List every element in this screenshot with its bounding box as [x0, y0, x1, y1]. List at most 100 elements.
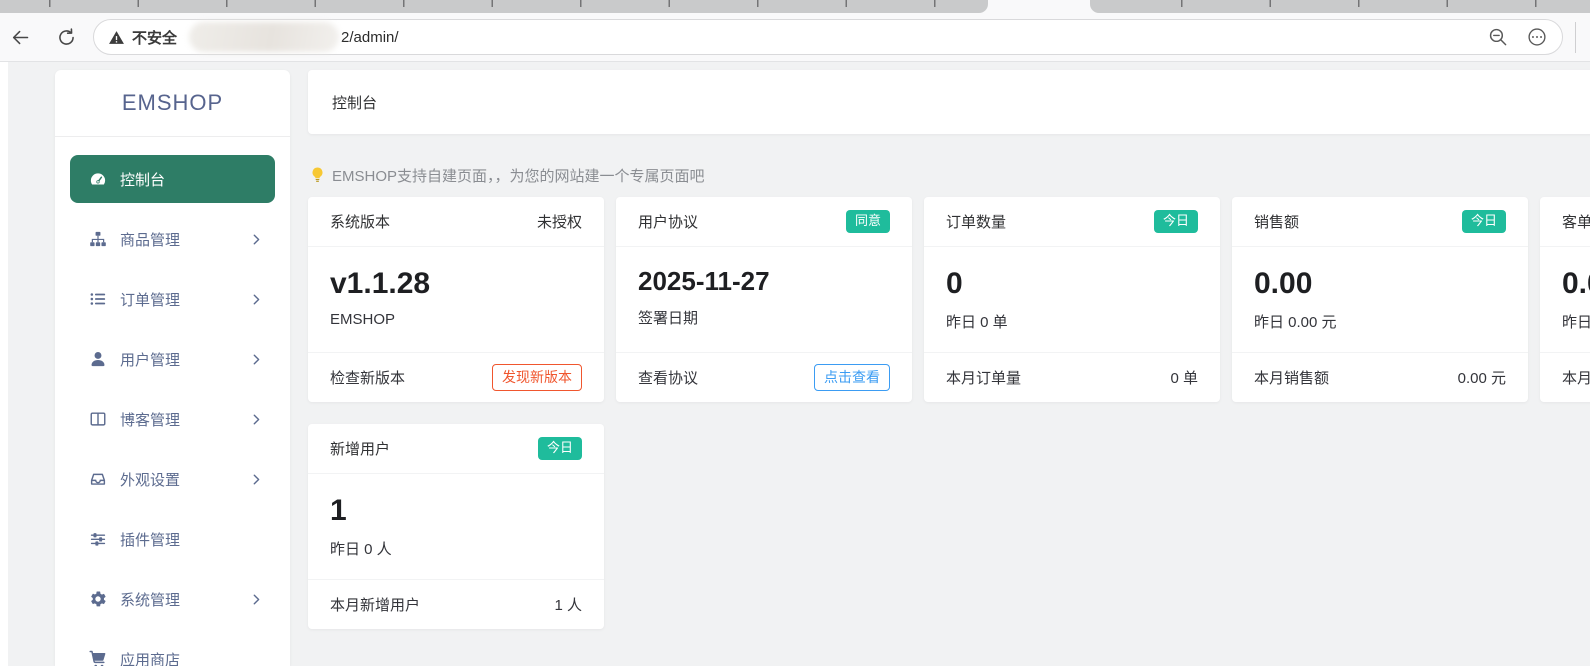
card-header: 订单数量 今日 — [924, 197, 1220, 247]
card-footer-value: 1 人 — [554, 597, 582, 614]
stat-card: 订单数量 今日 0 昨日 0 单本月订单量 0 单 — [924, 197, 1220, 402]
card-footer-value: 0.00 元 — [1457, 370, 1506, 387]
browser-tab-strip[interactable] — [0, 0, 1590, 13]
card-body: 2025-11-27 签署日期 — [616, 247, 912, 352]
admin-page: EMSHOP 控制台商品管理订单管理用户管理 博客管理外观设置插件管理系统管理应用… — [0, 62, 1590, 666]
card-subtext: 签署日期 — [638, 309, 699, 327]
card-footer: 检查新版本 发现新版本 — [308, 352, 604, 402]
tab-group-right[interactable] — [1090, 0, 1590, 13]
sidebar-item-plugins[interactable]: 插件管理 — [55, 509, 290, 569]
sitemap-icon — [89, 230, 107, 248]
stats-row-2: 新增用户 今日 1 昨日 0 人本月新增用户 1 人 — [308, 424, 1590, 629]
sidebar-item-label: 外观设置 — [120, 471, 181, 489]
sidebar-item-orders[interactable]: 订单管理 — [55, 269, 290, 329]
warning-icon — [108, 29, 125, 46]
card-body: 0.00 昨日 0.00 元 — [1232, 247, 1528, 352]
sidebar: EMSHOP 控制台商品管理订单管理用户管理 博客管理外观设置插件管理系统管理应用… — [55, 70, 290, 666]
chevron-right-icon — [250, 473, 263, 486]
card-footer-label: 本月新增用户 — [330, 597, 421, 614]
card-header: 新增用户 今日 — [308, 424, 604, 474]
card-value: 1 — [330, 494, 347, 527]
address-bar[interactable]: 不安全 2/admin/ — [93, 19, 1563, 55]
left-gutter — [0, 62, 8, 666]
sidebar-item-system[interactable]: 系统管理 — [55, 569, 290, 629]
card-badge: 今日 — [1461, 210, 1506, 233]
card-subtext: EMSHOP — [330, 311, 396, 328]
card-footer-value: 0 单 — [1170, 370, 1198, 387]
card-footer: 查看协议 点击查看 — [616, 352, 912, 402]
card-subtext: 昨日 0 单 — [946, 314, 1008, 331]
card-title: 订单数量 — [946, 214, 1007, 231]
card-footer-label: 本月订单量 — [946, 370, 1022, 387]
card-header: 用户协议 同意 — [616, 197, 912, 247]
lightbulb-icon — [310, 165, 325, 185]
card-footer-button[interactable]: 点击查看 — [814, 364, 890, 391]
card-title: 客单价 — [1562, 214, 1590, 231]
stats-row-1: 系统版本 未授权 v1.1.28 EMSHOP 检查新版本 发现新版本 用户协议 同意 2025… — [308, 197, 1590, 402]
card-badge: 今日 — [537, 437, 582, 460]
tab-separators — [0, 0, 988, 7]
card-header: 销售额 今日 — [1232, 197, 1528, 247]
sidebar-menu: 控制台商品管理订单管理用户管理 博客管理外观设置插件管理系统管理应用商店 — [55, 137, 290, 666]
chevron-right-icon — [250, 413, 263, 426]
card-footer: 本月新增用户 1 人 — [308, 579, 604, 629]
sidebar-item-blog[interactable]: 博客管理 — [55, 389, 290, 449]
stat-card: 客单价今日 0.00 昨日 0.00 元本月客单价0.00 元 — [1540, 197, 1590, 402]
sidebar-item-label: 应用商店 — [120, 651, 181, 666]
zoom-out-icon[interactable] — [1485, 24, 1511, 50]
card-badge: 今日 — [1153, 210, 1198, 233]
card-subtext: 昨日 0 人 — [330, 541, 392, 558]
toolbar-divider — [1575, 22, 1576, 53]
card-subtext: 昨日 0.00 元 — [1254, 314, 1337, 331]
sidebar-item-label: 插件管理 — [120, 531, 181, 549]
card-footer-label: 本月客单价 — [1562, 370, 1590, 387]
card-footer: 本月客单价0.00 元 — [1540, 352, 1590, 402]
chevron-right-icon — [250, 233, 263, 246]
card-value: 0.00 — [1562, 267, 1590, 300]
card-body: v1.1.28 EMSHOP — [308, 247, 604, 352]
sidebar-item-label: 系统管理 — [120, 591, 181, 609]
card-value: 2025-11-27 — [638, 266, 770, 296]
back-icon[interactable] — [4, 20, 36, 54]
columns-icon — [89, 410, 107, 428]
stat-card: 销售额 今日 0.00 昨日 0.00 元本月销售额 0.00 元 — [1232, 197, 1528, 402]
card-title: 销售额 — [1254, 214, 1300, 231]
chevron-right-icon — [250, 353, 263, 366]
sidebar-item-label: 订单管理 — [120, 291, 181, 309]
tip-text: EMSHOP支持自建页面，，为您的网站建一个专属页面吧 — [332, 167, 705, 185]
card-title: 用户协议 — [638, 214, 699, 231]
active-tab[interactable] — [988, 0, 1090, 13]
card-badge: 同意 — [845, 210, 890, 233]
card-header: 客单价今日 — [1540, 197, 1590, 247]
card-header-status: 未授权 — [536, 214, 582, 231]
sidebar-item-products[interactable]: 商品管理 — [55, 209, 290, 269]
redaction-blur — [189, 22, 340, 52]
card-subtext: 昨日 0.00 元 — [1562, 314, 1590, 331]
card-body: 1 昨日 0 人 — [308, 474, 604, 579]
stat-card: 用户协议 同意 2025-11-27 签署日期查看协议 点击查看 — [616, 197, 912, 402]
tab-group-left[interactable] — [0, 0, 988, 13]
refresh-icon[interactable] — [50, 20, 82, 54]
stat-card: 系统版本 未授权 v1.1.28 EMSHOP 检查新版本 发现新版本 — [308, 197, 604, 402]
list-icon — [89, 290, 107, 308]
card-footer-button[interactable]: 发现新版本 — [492, 364, 582, 391]
sliders-icon — [89, 530, 107, 548]
card-header: 系统版本 未授权 — [308, 197, 604, 247]
inbox-icon — [89, 470, 107, 488]
brand-logo: EMSHOP — [55, 70, 290, 137]
card-footer-label: 检查新版本 — [330, 370, 406, 387]
card-title: 新增用户 — [330, 441, 391, 458]
sidebar-item-appearance[interactable]: 外观设置 — [55, 449, 290, 509]
sidebar-item-users[interactable]: 用户管理 — [55, 329, 290, 389]
card-footer: 本月销售额 0.00 元 — [1232, 352, 1528, 402]
user-icon — [89, 350, 107, 368]
card-value: v1.1.28 — [330, 267, 431, 300]
card-body: 0 昨日 0 单 — [924, 247, 1220, 352]
browser-menu-icon[interactable] — [1524, 24, 1550, 50]
gauge-icon — [89, 170, 107, 188]
card-value: 0 — [946, 267, 963, 300]
sidebar-item-appstore[interactable]: 应用商店 — [55, 629, 290, 666]
tip-row: EMSHOP支持自建页面，，为您的网站建一个专属页面吧 — [310, 165, 1590, 185]
sidebar-item-dashboard[interactable]: 控制台 — [70, 155, 275, 203]
tab-separators — [1090, 0, 1590, 7]
